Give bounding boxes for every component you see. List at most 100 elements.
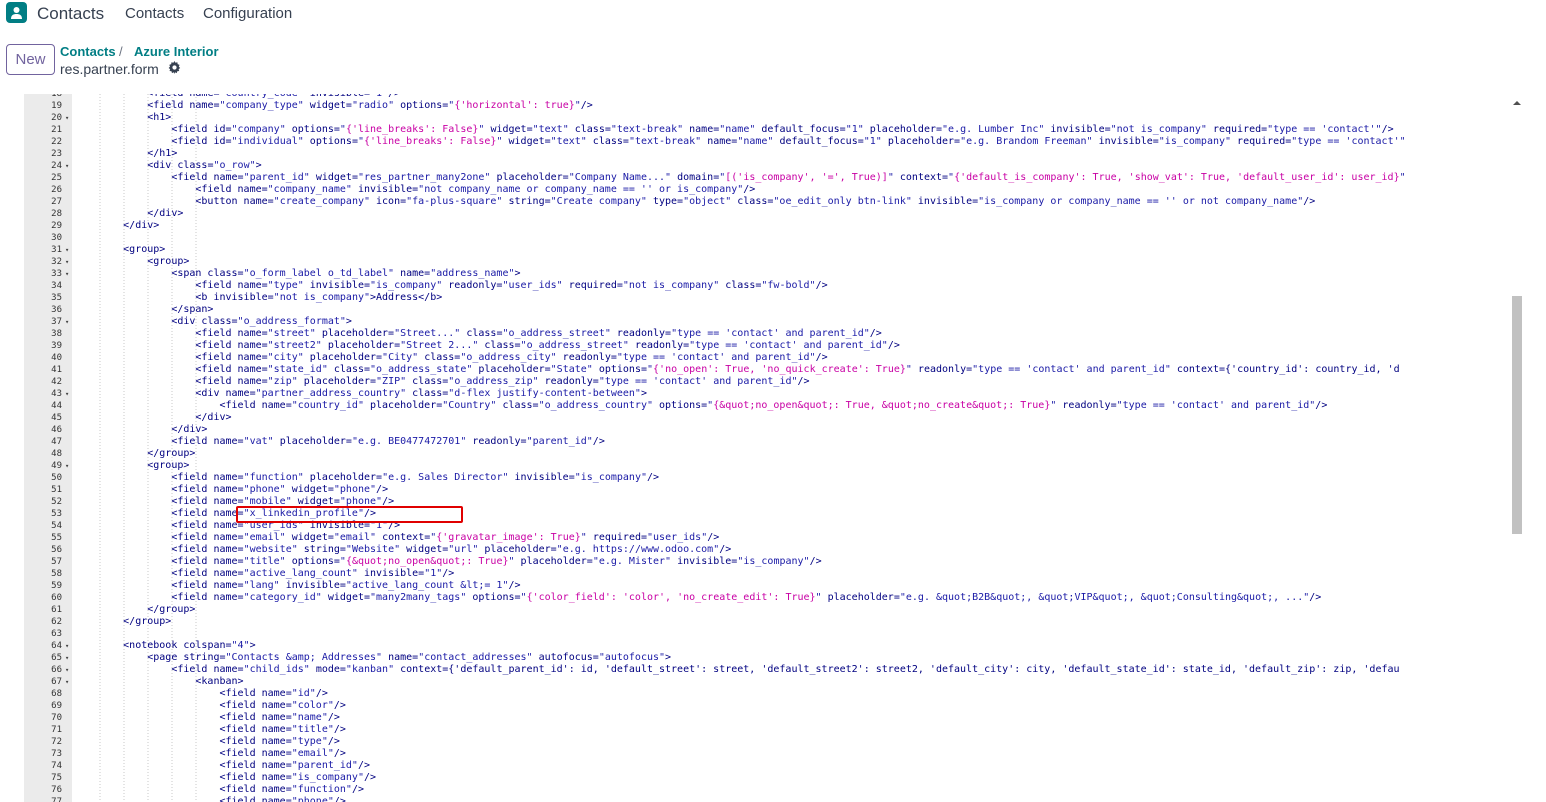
- code-text[interactable]: </group>: [123, 616, 171, 628]
- breadcrumb-azure-interior[interactable]: Azure Interior: [134, 44, 219, 59]
- record-name: res.partner.form: [60, 61, 159, 77]
- line-number: 47: [51, 437, 62, 447]
- line-number: 65: [51, 653, 62, 663]
- code-text[interactable]: <field name="street2" placeholder="Stree…: [195, 340, 899, 352]
- code-text[interactable]: </div>: [171, 424, 207, 436]
- gear-icon[interactable]: [168, 61, 181, 74]
- code-text[interactable]: <field name="type" invisible="is_company…: [195, 280, 827, 292]
- code-text[interactable]: <field id="company" options="{'line_brea…: [171, 124, 1393, 136]
- code-text[interactable]: </div>: [195, 412, 231, 424]
- code-text[interactable]: </group>: [147, 448, 195, 460]
- fold-toggle-icon[interactable]: ▾: [65, 388, 69, 400]
- fold-toggle-icon[interactable]: ▾: [65, 256, 69, 268]
- code-text[interactable]: <field name="lang" invisible="active_lan…: [171, 580, 520, 592]
- code-text[interactable]: <div class="o_row">: [147, 160, 261, 172]
- code-text[interactable]: <group>: [123, 244, 165, 256]
- line-number: 61: [51, 605, 62, 615]
- code-text[interactable]: <field name="is_company"/>: [219, 772, 376, 784]
- code-text[interactable]: <field name="type"/>: [219, 736, 339, 748]
- line-number: 40: [51, 353, 62, 363]
- code-text[interactable]: <field id="individual" options="{'line_b…: [171, 136, 1405, 148]
- code-text[interactable]: <field name="active_lang_count" invisibl…: [171, 568, 454, 580]
- code-text[interactable]: <group>: [147, 460, 189, 472]
- code-text[interactable]: <field name="country_id" placeholder="Co…: [219, 400, 1327, 412]
- code-line: 69 <field name="color"/>: [24, 700, 1507, 712]
- code-text[interactable]: <field name="user_ids" invisible="1"/>: [171, 520, 400, 532]
- fold-toggle-icon[interactable]: ▾: [65, 268, 69, 280]
- code-line: 68 <field name="id"/>: [24, 688, 1507, 700]
- code-text[interactable]: <field name="x_linkedin_profile"/>: [171, 508, 376, 520]
- contacts-app-icon[interactable]: [6, 2, 27, 23]
- code-text[interactable]: <page string="Contacts &amp; Addresses" …: [147, 652, 671, 664]
- code-text[interactable]: </h1>: [147, 148, 177, 160]
- menu-configuration[interactable]: Configuration: [203, 5, 292, 22]
- code-text[interactable]: <field name="website" string="Website" w…: [171, 544, 731, 556]
- arch-code-editor[interactable]: 18<field name="country_code" invisible="…: [24, 94, 1507, 802]
- code-text[interactable]: <field name="category_id" widget="many2m…: [171, 592, 1321, 604]
- code-text[interactable]: </div>: [123, 220, 159, 232]
- fold-toggle-icon[interactable]: ▾: [65, 244, 69, 256]
- code-text[interactable]: <div class="o_address_format">: [171, 316, 352, 328]
- code-text[interactable]: <span class="o_form_label o_td_label" na…: [171, 268, 520, 280]
- code-text[interactable]: </div>: [147, 208, 183, 220]
- fold-toggle-icon[interactable]: ▾: [65, 664, 69, 676]
- line-number: 60: [51, 593, 62, 603]
- code-text[interactable]: <field name="title" options="{&quot;no_o…: [171, 556, 821, 568]
- code-line: 43 ▾ <div name="partner_address_country" c…: [24, 388, 1507, 400]
- fold-toggle-icon[interactable]: ▾: [65, 316, 69, 328]
- menu-contacts[interactable]: Contacts: [125, 5, 184, 22]
- scroll-up-arrow-icon[interactable]: [1511, 98, 1523, 108]
- code-text[interactable]: <field name="color"/>: [219, 700, 345, 712]
- scrollbar-thumb[interactable]: [1512, 296, 1522, 534]
- code-text[interactable]: <h1>: [147, 112, 171, 124]
- code-text[interactable]: <kanban>: [195, 676, 243, 688]
- code-text[interactable]: <field name="street" placeholder="Street…: [195, 328, 881, 340]
- code-line: 35 <b invisible="not is_company">Address<…: [24, 292, 1507, 304]
- breadcrumb-separator: /: [119, 44, 123, 59]
- code-text[interactable]: <field name="city" placeholder="City" cl…: [195, 352, 827, 364]
- line-number: 69: [51, 701, 62, 711]
- code-text[interactable]: <field name="zip" placeholder="ZIP" clas…: [195, 376, 809, 388]
- code-text[interactable]: <field name="function" placeholder="e.g.…: [171, 472, 659, 484]
- code-text[interactable]: <button name="create_company" icon="fa-p…: [195, 196, 1315, 208]
- code-text[interactable]: <field name="title"/>: [219, 724, 345, 736]
- code-line: 47 <field name="vat" placeholder="e.g. BE…: [24, 436, 1507, 448]
- code-text[interactable]: <field name="phone"/>: [219, 796, 345, 802]
- line-number: 73: [51, 749, 62, 759]
- new-button[interactable]: New: [6, 44, 55, 75]
- code-text[interactable]: </span>: [171, 304, 213, 316]
- breadcrumb-contacts[interactable]: Contacts: [60, 44, 116, 59]
- line-number: 30: [51, 233, 62, 243]
- code-text[interactable]: <field name="email"/>: [219, 748, 345, 760]
- code-text[interactable]: <div name="partner_address_country" clas…: [195, 388, 647, 400]
- fold-toggle-icon[interactable]: ▾: [65, 460, 69, 472]
- code-text[interactable]: <field name="state_id" class="o_address_…: [195, 364, 1399, 376]
- code-text[interactable]: <field name="phone" widget="phone"/>: [171, 484, 388, 496]
- code-text[interactable]: <field name="email" widget="email" conte…: [171, 532, 719, 544]
- code-text[interactable]: <notebook colspan="4">: [123, 640, 255, 652]
- code-text[interactable]: <b invisible="not is_company">Address</b…: [195, 292, 442, 304]
- code-text[interactable]: <field name="vat" placeholder="e.g. BE04…: [171, 436, 605, 448]
- code-text[interactable]: <field name="parent_id" widget="res_part…: [171, 172, 1405, 184]
- fold-toggle-icon[interactable]: ▾: [65, 676, 69, 688]
- code-text[interactable]: <field name="company_type" widget="radio…: [147, 100, 593, 112]
- fold-toggle-icon[interactable]: ▾: [65, 160, 69, 172]
- line-number: 22: [51, 137, 62, 147]
- app-name[interactable]: Contacts: [37, 4, 104, 24]
- line-number: 29: [51, 221, 62, 231]
- code-text[interactable]: <field name="name"/>: [219, 712, 339, 724]
- code-text[interactable]: </group>: [147, 604, 195, 616]
- code-text[interactable]: <group>: [147, 256, 189, 268]
- code-text[interactable]: <field name="child_ids" mode="kanban" co…: [171, 664, 1399, 676]
- code-line: 41 <field name="state_id" class="o_addres…: [24, 364, 1507, 376]
- code-text[interactable]: <field name="parent_id"/>: [219, 760, 370, 772]
- code-text[interactable]: <field name="company_name" invisible="no…: [195, 184, 755, 196]
- line-number: 75: [51, 773, 62, 783]
- fold-toggle-icon[interactable]: ▾: [65, 112, 69, 124]
- fold-toggle-icon[interactable]: ▾: [65, 640, 69, 652]
- code-text[interactable]: <field name="function"/>: [219, 784, 364, 796]
- code-text[interactable]: <field name="id"/>: [219, 688, 327, 700]
- fold-toggle-icon[interactable]: ▾: [65, 652, 69, 664]
- code-line: 58 <field name="active_lang_count" invisi…: [24, 568, 1507, 580]
- code-text[interactable]: <field name="mobile" widget="phone"/>: [171, 496, 394, 508]
